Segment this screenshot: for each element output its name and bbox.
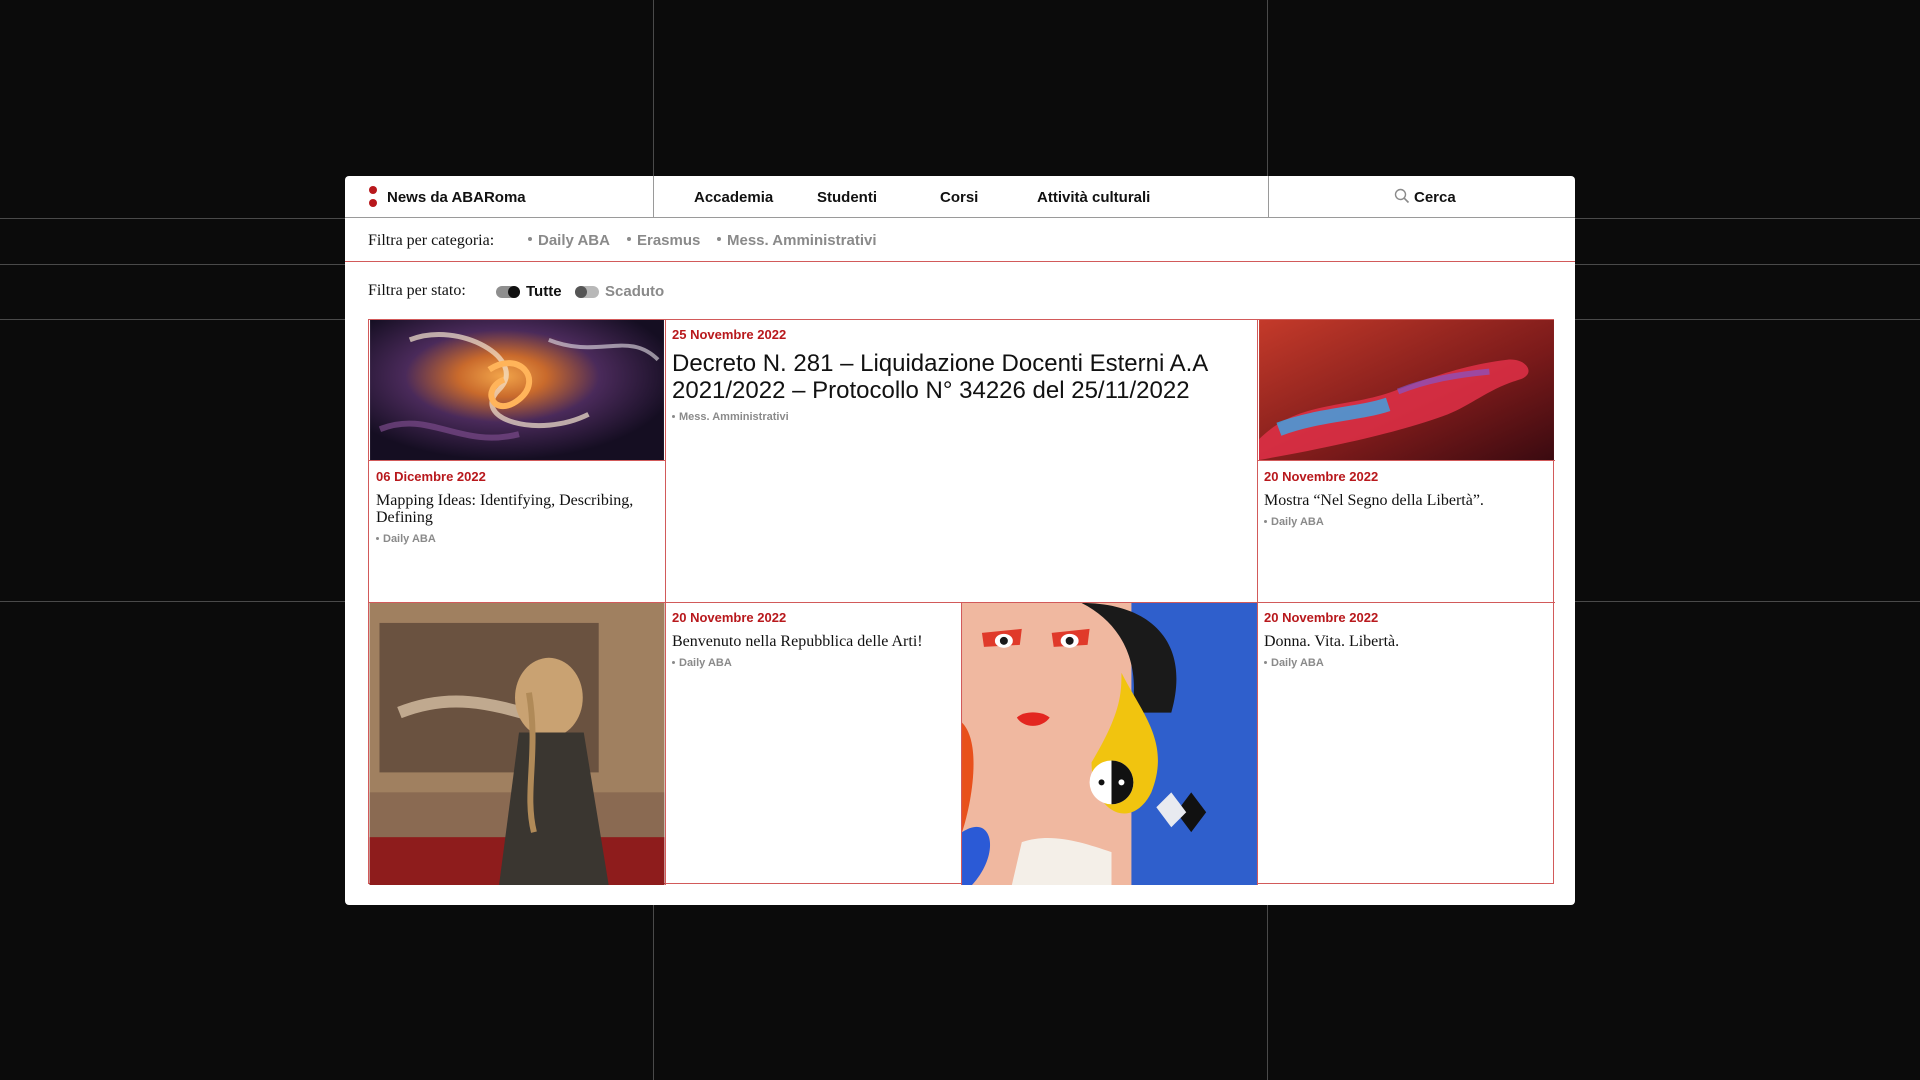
- news-tag[interactable]: Daily ABA: [1264, 516, 1324, 528]
- nav-item-corsi[interactable]: Corsi: [940, 189, 978, 206]
- state-option-tutte[interactable]: Tutte: [526, 283, 562, 300]
- top-navigation: News da ABARoma Accademia Studenti Corsi…: [345, 176, 1575, 218]
- news-date: 06 Dicembre 2022: [376, 469, 486, 484]
- news-grid: 06 Dicembre 2022 Mapping Ideas: Identify…: [368, 319, 1555, 885]
- news-card[interactable]: 20 Novembre 2022 Benvenuto nella Repubbl…: [665, 602, 961, 885]
- toggle-scaduto[interactable]: [575, 286, 599, 298]
- news-image-museum-visitor: [369, 602, 665, 885]
- news-card[interactable]: 20 Novembre 2022 Mostra “Nel Segno della…: [1257, 320, 1555, 602]
- news-image-abstract: [369, 320, 665, 461]
- category-option-mess-amministrativi[interactable]: Mess. Amministrativi: [717, 232, 877, 249]
- news-image-painted-hand: [1258, 320, 1555, 461]
- news-title[interactable]: Mapping Ideas: Identifying, Describing, …: [376, 492, 658, 526]
- search-area[interactable]: Cerca: [1269, 176, 1575, 218]
- main-nav: Accademia Studenti Corsi Attività cultur…: [654, 176, 1269, 218]
- logo-dots-icon: [369, 186, 377, 208]
- news-card[interactable]: 06 Dicembre 2022 Mapping Ideas: Identify…: [369, 320, 665, 602]
- news-tag[interactable]: Daily ABA: [376, 533, 436, 545]
- news-title[interactable]: Benvenuto nella Repubblica delle Arti!: [672, 633, 957, 650]
- brand-name[interactable]: News da ABARoma: [387, 189, 526, 206]
- news-date: 20 Novembre 2022: [672, 610, 787, 625]
- news-title[interactable]: Mostra “Nel Segno della Libertà”.: [1264, 492, 1549, 509]
- state-filter: Filtra per stato: Tutte Scaduto: [345, 262, 1575, 320]
- news-card[interactable]: 20 Novembre 2022 Donna. Vita. Libertà. D…: [1257, 602, 1555, 885]
- nav-item-attivita-culturali[interactable]: Attività culturali: [1037, 189, 1150, 206]
- news-title[interactable]: Donna. Vita. Libertà.: [1264, 633, 1549, 650]
- news-card-featured[interactable]: 25 Novembre 2022 Decreto N. 281 – Liquid…: [665, 320, 1257, 602]
- news-date: 20 Novembre 2022: [1264, 610, 1379, 625]
- state-filter-label: Filtra per stato:: [368, 282, 466, 299]
- news-window: News da ABARoma Accademia Studenti Corsi…: [345, 176, 1575, 905]
- search-label[interactable]: Cerca: [1414, 189, 1456, 206]
- news-title[interactable]: Decreto N. 281 – Liquidazione Docenti Es…: [672, 350, 1232, 404]
- nav-item-accademia[interactable]: Accademia: [694, 189, 773, 206]
- search-icon[interactable]: [1394, 188, 1410, 204]
- category-option-daily-aba[interactable]: Daily ABA: [528, 232, 610, 249]
- toggle-tutte[interactable]: [496, 286, 520, 298]
- state-option-scaduto[interactable]: Scaduto: [605, 283, 664, 300]
- news-date: 20 Novembre 2022: [1264, 469, 1379, 484]
- category-filter: Filtra per categoria: Daily ABA Erasmus …: [345, 218, 1575, 262]
- news-tag[interactable]: Daily ABA: [1264, 657, 1324, 669]
- news-date: 25 Novembre 2022: [672, 327, 787, 342]
- nav-item-studenti[interactable]: Studenti: [817, 189, 877, 206]
- news-tag[interactable]: Mess. Amministrativi: [672, 411, 789, 423]
- brand-area[interactable]: News da ABARoma: [345, 176, 654, 218]
- category-filter-label: Filtra per categoria:: [368, 232, 495, 249]
- news-image-illustrated-face: [961, 602, 1257, 885]
- category-option-erasmus[interactable]: Erasmus: [627, 232, 700, 249]
- news-tag[interactable]: Daily ABA: [672, 657, 732, 669]
